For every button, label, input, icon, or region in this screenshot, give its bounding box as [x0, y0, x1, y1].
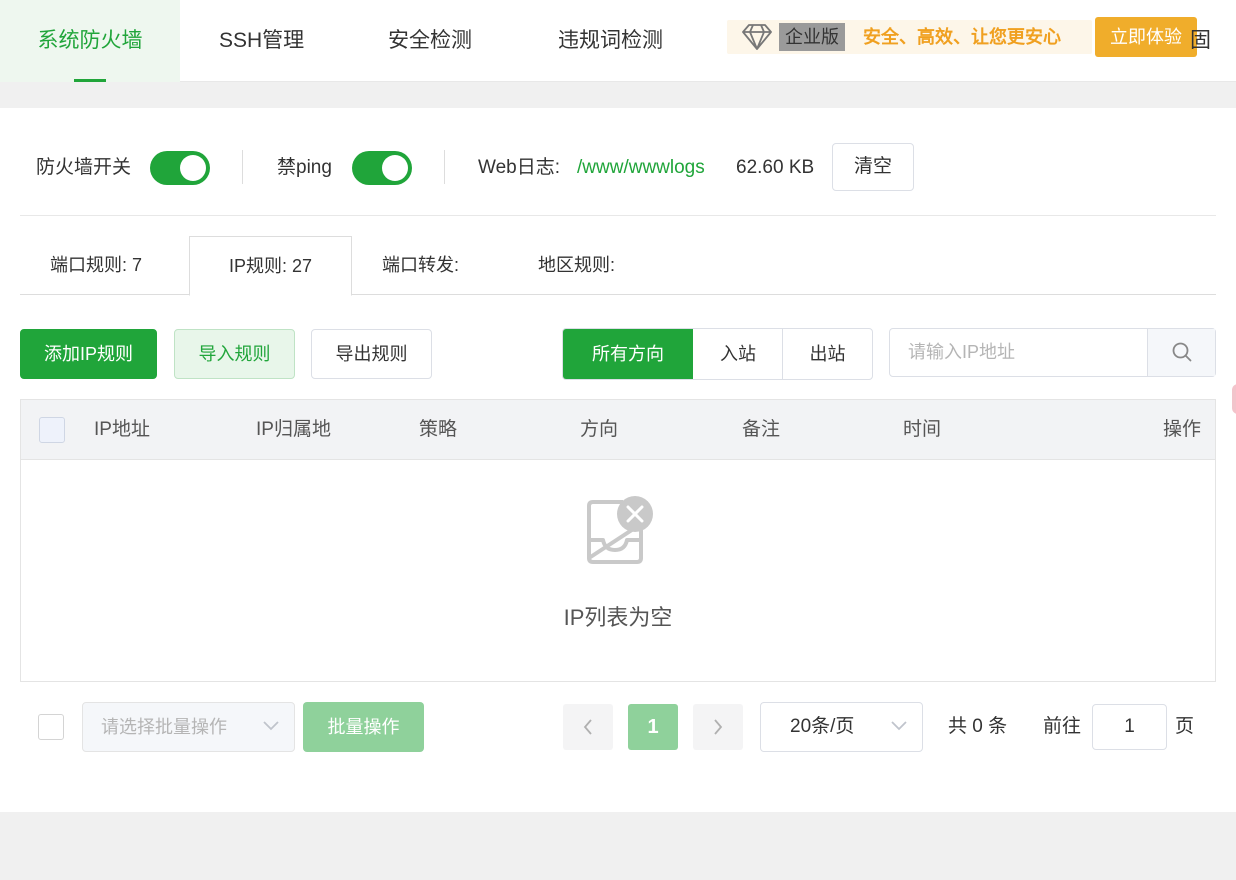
- try-now-button[interactable]: 立即体验: [1095, 17, 1197, 57]
- table-header: IP地址 IP归属地 策略 方向 备注 时间 操作: [21, 400, 1215, 460]
- top-tab-bar: 系统防火墙 SSH管理 安全检测 违规词检测 企业版 安全、高效、让您更安心 立…: [0, 0, 1236, 82]
- total-count: 共 0 条: [948, 716, 1008, 737]
- tab-port-forwarding[interactable]: 端口转发:: [382, 236, 459, 295]
- block-ping-toggle[interactable]: [352, 151, 412, 185]
- chevron-down-icon: [891, 721, 907, 731]
- firewall-switch-label: 防火墙开关: [36, 157, 132, 178]
- page-size-value: 20条/页: [790, 716, 855, 737]
- empty-inbox-icon: [587, 496, 653, 564]
- enterprise-badge: 企业版: [779, 23, 845, 51]
- chevron-left-icon: [583, 719, 592, 735]
- tab-security-check[interactable]: 安全检测: [388, 0, 472, 82]
- firewall-toggle[interactable]: [150, 151, 210, 185]
- side-float-handle[interactable]: [1232, 384, 1236, 414]
- batch-action-placeholder: 请选择批量操作: [101, 717, 227, 737]
- tab-violation-word-check[interactable]: 违规词检测: [558, 0, 663, 82]
- tab-region-rules[interactable]: 地区规则:: [538, 236, 615, 295]
- clear-log-button[interactable]: 清空: [832, 143, 914, 191]
- web-log-path-link[interactable]: /www/wwwlogs: [577, 148, 705, 188]
- ip-search-input[interactable]: [890, 329, 1148, 376]
- batch-action-button[interactable]: 批量操作: [303, 702, 424, 752]
- column-remark: 备注: [742, 419, 781, 440]
- ip-rules-table: IP地址 IP归属地 策略 方向 备注 时间 操作 IP列表为空: [20, 399, 1216, 682]
- search-icon: [1172, 342, 1192, 362]
- column-ip-address: IP地址: [94, 419, 150, 440]
- direction-filter: 所有方向 入站 出站: [562, 328, 873, 380]
- prev-page-button[interactable]: [563, 704, 613, 750]
- chevron-down-icon: [263, 721, 279, 731]
- next-page-button[interactable]: [693, 704, 743, 750]
- tab-system-firewall[interactable]: 系统防火墙: [0, 0, 180, 82]
- batch-select-checkbox[interactable]: [38, 714, 64, 740]
- web-log-label: Web日志:: [478, 157, 561, 178]
- ip-search-box: [889, 328, 1216, 377]
- active-tab-indicator: [74, 79, 106, 82]
- page-suffix: 页: [1175, 716, 1195, 737]
- filter-inbound[interactable]: 入站: [694, 329, 782, 379]
- column-ip-location: IP归属地: [256, 419, 331, 440]
- divider: [444, 150, 445, 184]
- diamond-icon: [742, 24, 772, 50]
- rule-tabs: 端口规则: 7 IP规则: 27 端口转发: 地区规则:: [20, 236, 1216, 296]
- divider: [242, 150, 243, 184]
- tab-hardening[interactable]: 固: [1190, 0, 1211, 82]
- goto-label: 前往: [1043, 716, 1082, 737]
- batch-action-select[interactable]: 请选择批量操作: [82, 702, 295, 752]
- block-ping-label: 禁ping: [277, 157, 332, 178]
- table-footer: 请选择批量操作 批量操作 1 20条/页 共 0 条 前往 1 页: [0, 702, 1236, 752]
- chevron-right-icon: [714, 719, 723, 735]
- filter-outbound[interactable]: 出站: [783, 329, 872, 379]
- goto-page-input[interactable]: 1: [1092, 704, 1167, 750]
- search-button[interactable]: [1147, 329, 1215, 376]
- column-time: 时间: [903, 419, 942, 440]
- export-rules-button[interactable]: 导出规则: [311, 329, 432, 379]
- web-log-size: 62.60 KB: [736, 157, 815, 178]
- column-actions: 操作: [1163, 419, 1202, 440]
- promo-slogan: 安全、高效、让您更安心: [863, 27, 1061, 47]
- tab-port-rules[interactable]: 端口规则: 7: [50, 236, 142, 295]
- empty-state-text: IP列表为空: [563, 605, 673, 630]
- divider: [20, 215, 1216, 216]
- enterprise-promo-banner[interactable]: 企业版 安全、高效、让您更安心: [727, 20, 1092, 54]
- column-direction: 方向: [580, 419, 619, 440]
- tab-ip-rules[interactable]: IP规则: 27: [189, 236, 352, 296]
- tab-ssh-management[interactable]: SSH管理: [219, 0, 304, 82]
- column-policy: 策略: [419, 419, 458, 440]
- import-rules-button[interactable]: 导入规则: [174, 329, 295, 379]
- filter-all-directions[interactable]: 所有方向: [563, 329, 693, 379]
- add-ip-rule-button[interactable]: 添加IP规则: [20, 329, 157, 379]
- tab-label: 系统防火墙: [37, 29, 143, 52]
- firewall-panel: 防火墙开关 禁ping Web日志: /www/wwwlogs 62.60 KB…: [0, 108, 1236, 812]
- page-size-select[interactable]: 20条/页: [760, 702, 923, 752]
- page-number-current[interactable]: 1: [628, 704, 678, 750]
- select-all-checkbox[interactable]: [39, 417, 65, 443]
